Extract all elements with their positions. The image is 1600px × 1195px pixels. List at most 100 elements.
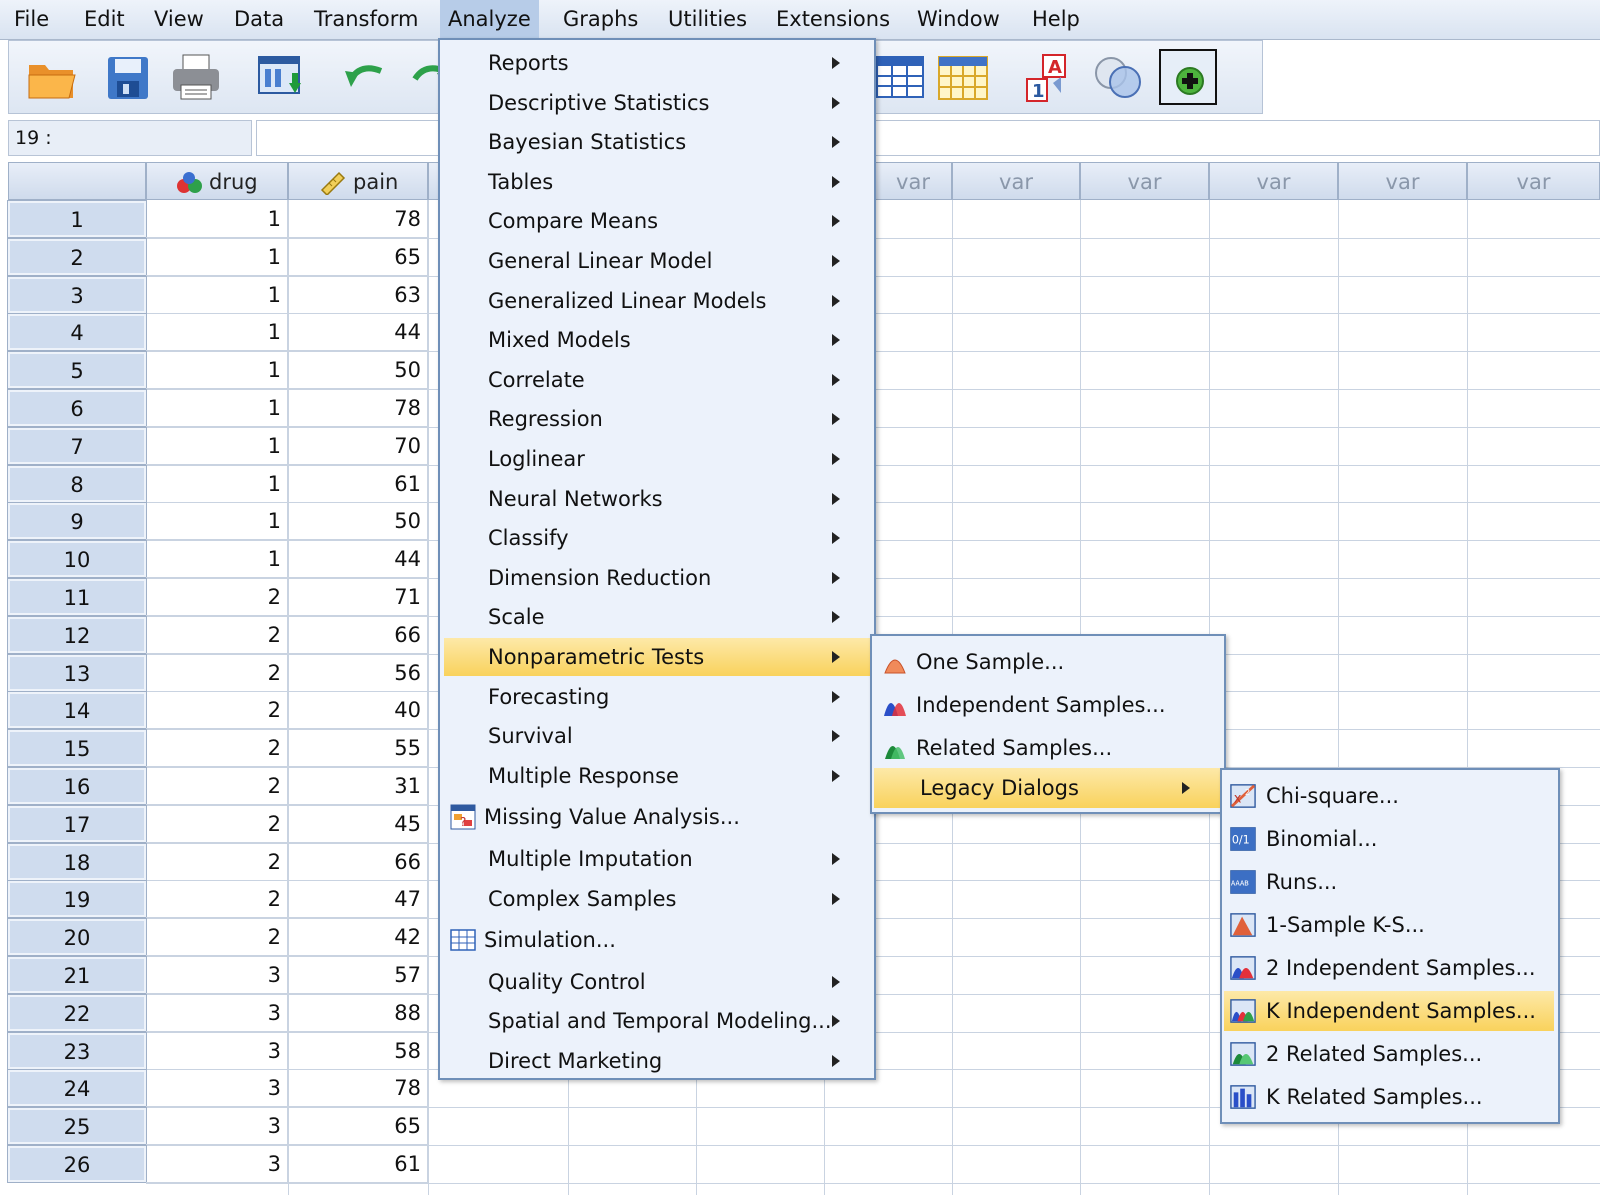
cell-pain[interactable]: 55 bbox=[288, 729, 428, 768]
row-header[interactable]: 17 bbox=[7, 804, 147, 843]
menu-item-k-independent-samples[interactable]: K Independent Samples... bbox=[1224, 991, 1554, 1031]
menu-item-neural-networks[interactable]: Neural Networks bbox=[444, 480, 872, 518]
open-icon[interactable] bbox=[23, 49, 81, 105]
row-header[interactable]: 2 bbox=[7, 237, 147, 276]
menu-item-correlate[interactable]: Correlate bbox=[444, 361, 872, 399]
menu-item-descriptive-statistics[interactable]: Descriptive Statistics bbox=[444, 84, 872, 122]
cell-pain[interactable]: 66 bbox=[288, 842, 428, 881]
cell-drug[interactable]: 3 bbox=[146, 993, 288, 1032]
cell-drug[interactable]: 3 bbox=[146, 956, 288, 994]
row-header[interactable]: 9 bbox=[7, 502, 147, 541]
row-header[interactable]: 23 bbox=[7, 1031, 147, 1070]
cell-pain[interactable]: 70 bbox=[288, 426, 428, 465]
cell-drug[interactable]: 2 bbox=[146, 578, 288, 616]
cell-drug[interactable]: 3 bbox=[146, 1107, 288, 1146]
menu-edit[interactable]: Edit bbox=[82, 0, 127, 40]
menu-item-nonparametric-tests[interactable]: Nonparametric Tests bbox=[444, 638, 872, 676]
cell-pain[interactable]: 65 bbox=[288, 237, 428, 276]
row-header[interactable]: 13 bbox=[7, 653, 147, 692]
cell-drug[interactable]: 1 bbox=[146, 351, 288, 390]
cell-drug[interactable]: 2 bbox=[146, 653, 288, 692]
cell-pain[interactable]: 78 bbox=[288, 389, 428, 427]
column-header-var[interactable]: var bbox=[1467, 162, 1600, 200]
save-icon[interactable] bbox=[99, 49, 157, 105]
menu-item-loglinear[interactable]: Loglinear bbox=[444, 440, 872, 478]
cell-drug[interactable]: 1 bbox=[146, 200, 288, 238]
menu-item-simulation[interactable]: Simulation... bbox=[444, 921, 872, 959]
undo-icon[interactable] bbox=[339, 49, 397, 105]
column-header-var[interactable]: var bbox=[1209, 162, 1338, 200]
row-header[interactable]: 15 bbox=[7, 729, 147, 768]
row-header[interactable]: 14 bbox=[7, 691, 147, 730]
menu-item-multiple-response[interactable]: Multiple Response bbox=[444, 757, 872, 795]
redo-icon[interactable] bbox=[407, 49, 439, 105]
menu-item-bayesian-statistics[interactable]: Bayesian Statistics bbox=[444, 123, 872, 161]
menu-view[interactable]: View bbox=[152, 0, 206, 40]
menu-window[interactable]: Window bbox=[915, 0, 1002, 40]
menu-item-legacy-dialogs[interactable]: Legacy Dialogs bbox=[874, 768, 1222, 808]
print-icon[interactable] bbox=[167, 49, 225, 105]
cell-drug[interactable]: 1 bbox=[146, 275, 288, 314]
menu-item-complex-samples[interactable]: Complex Samples bbox=[444, 880, 872, 918]
cell-pain[interactable]: 50 bbox=[288, 351, 428, 390]
menu-item-multiple-imputation[interactable]: Multiple Imputation bbox=[444, 840, 872, 878]
cell-pain[interactable]: 57 bbox=[288, 956, 428, 994]
menu-item-compare-means[interactable]: Compare Means bbox=[444, 202, 872, 240]
cell-pain[interactable]: 44 bbox=[288, 540, 428, 579]
menu-item-forecasting[interactable]: Forecasting bbox=[444, 678, 872, 716]
menu-item-chi-square[interactable]: Chi-square... x 2 bbox=[1224, 776, 1554, 816]
row-header[interactable]: 8 bbox=[7, 464, 147, 503]
menu-item-classify[interactable]: Classify bbox=[444, 519, 872, 557]
sets-icon[interactable] bbox=[1089, 49, 1147, 105]
cell-pain[interactable]: 63 bbox=[288, 275, 428, 314]
cell-pain[interactable]: 42 bbox=[288, 918, 428, 957]
column-header-drug[interactable]: drug bbox=[146, 162, 288, 200]
menu-extensions[interactable]: Extensions bbox=[774, 0, 892, 40]
cell-drug[interactable]: 2 bbox=[146, 767, 288, 805]
column-header-var[interactable]: var bbox=[1338, 162, 1467, 200]
menu-item-regression[interactable]: Regression bbox=[444, 400, 872, 438]
menu-transform[interactable]: Transform bbox=[312, 0, 420, 40]
row-header[interactable]: 12 bbox=[7, 615, 147, 654]
row-header[interactable]: 1 bbox=[7, 200, 147, 238]
cell-pain[interactable]: 50 bbox=[288, 502, 428, 541]
cell-pain[interactable]: 78 bbox=[288, 200, 428, 238]
cell-drug[interactable]: 2 bbox=[146, 918, 288, 957]
value-labels-icon[interactable]: A1 bbox=[1019, 49, 1077, 105]
row-header[interactable]: 5 bbox=[7, 351, 147, 390]
grid-icon[interactable] bbox=[935, 49, 993, 105]
menu-item-scale[interactable]: Scale bbox=[444, 598, 872, 636]
menu-item-direct-marketing[interactable]: Direct Marketing bbox=[444, 1042, 872, 1080]
menu-item-runs[interactable]: Runs... AAAB bbox=[1224, 862, 1554, 902]
cell-drug[interactable]: 2 bbox=[146, 880, 288, 919]
cell-pain[interactable]: 44 bbox=[288, 313, 428, 352]
menu-item-missing-value-analysis[interactable]: Missing Value Analysis...? bbox=[444, 798, 872, 836]
cell-drug[interactable]: 3 bbox=[146, 1145, 288, 1183]
menu-item-generalized-linear-models[interactable]: Generalized Linear Models bbox=[444, 282, 872, 320]
column-header-var[interactable]: var bbox=[1080, 162, 1209, 200]
cell-pain[interactable]: 61 bbox=[288, 464, 428, 503]
row-header[interactable]: 21 bbox=[7, 956, 147, 994]
cell-pain[interactable]: 71 bbox=[288, 578, 428, 616]
row-header[interactable]: 18 bbox=[7, 842, 147, 881]
cell-pain[interactable]: 56 bbox=[288, 653, 428, 692]
cell-drug[interactable]: 3 bbox=[146, 1031, 288, 1070]
menu-item-independent-samples[interactable]: Independent Samples... bbox=[874, 685, 1222, 725]
column-header-var[interactable]: var bbox=[952, 162, 1080, 200]
row-header[interactable]: 16 bbox=[7, 767, 147, 805]
custom-add-icon[interactable] bbox=[1159, 49, 1217, 105]
recall-dialog-icon[interactable] bbox=[253, 49, 311, 105]
row-header[interactable]: 3 bbox=[7, 275, 147, 314]
menu-item-2-related-samples[interactable]: 2 Related Samples... bbox=[1224, 1034, 1554, 1074]
menu-item-2-independent-samples[interactable]: 2 Independent Samples... bbox=[1224, 948, 1554, 988]
menu-help[interactable]: Help bbox=[1030, 0, 1082, 40]
menu-item-dimension-reduction[interactable]: Dimension Reduction bbox=[444, 559, 872, 597]
row-header[interactable]: 7 bbox=[7, 426, 147, 465]
cell-pain[interactable]: 78 bbox=[288, 1069, 428, 1108]
menu-graphs[interactable]: Graphs bbox=[561, 0, 640, 40]
cell-drug[interactable]: 2 bbox=[146, 729, 288, 768]
menu-item-related-samples[interactable]: Related Samples... bbox=[874, 728, 1222, 768]
menu-file[interactable]: File bbox=[12, 0, 51, 40]
cell-pain[interactable]: 47 bbox=[288, 880, 428, 919]
menu-item-general-linear-model[interactable]: General Linear Model bbox=[444, 242, 872, 280]
